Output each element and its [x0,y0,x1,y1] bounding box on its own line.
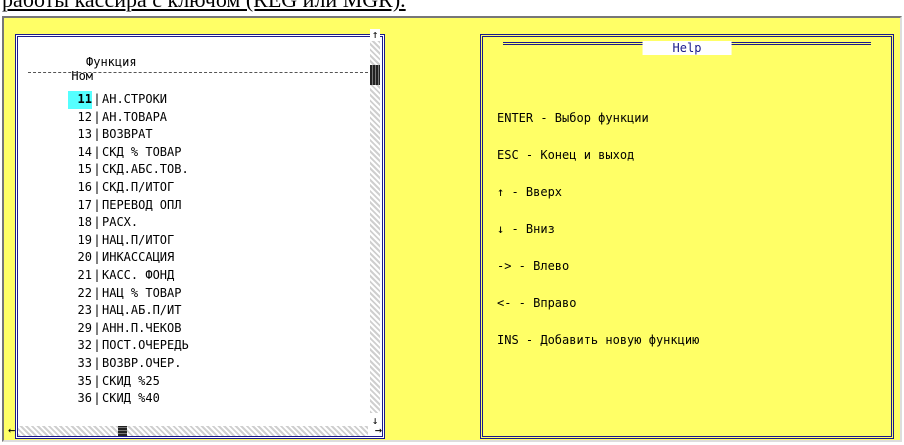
vertical-scrollbar[interactable]: ↑ ↓ [370,29,380,427]
function-row[interactable]: 14 | СКД % ТОВАР [68,144,189,162]
function-list-panel: Ном Функция 11 | АН.СТРОКИ 12 | АН.ТОВАРА 13 | В… [8,29,385,439]
function-row[interactable]: 21 | КАСС. ФОНД [68,267,189,285]
scroll-right-arrow-icon[interactable]: → [375,423,382,437]
row-separator: | [93,303,101,318]
help-item: ENTER - Выбор функции [497,111,649,125]
function-row[interactable]: 11 | АН.СТРОКИ [68,91,189,109]
horizontal-scroll-thumb[interactable] [118,426,127,436]
row-separator: | [93,179,101,194]
help-item: ESC - Конец и выход [497,148,635,162]
column-header-function: Функция [86,55,137,69]
function-row[interactable]: 22 | НАЦ % ТОВАР [68,285,189,303]
function-row[interactable]: 29 | АНН.П.ЧЕКОВ [68,320,189,338]
row-separator: | [93,162,101,177]
row-separator: | [93,267,101,282]
function-number: 35 [77,373,92,388]
function-row[interactable]: 13 | ВОЗВРАТ [68,126,189,144]
function-number: 14 [77,144,92,159]
function-name: СКД.АБС.ТОВ. [102,162,189,177]
function-name: НАЦ.П/ИТОГ [102,232,175,247]
function-name: ПЕРЕВОД ОПЛ [102,197,182,212]
function-row[interactable]: 15 | СКД.АБС.ТОВ. [68,161,189,179]
function-name: РАСХ. [102,215,139,230]
function-name: КАСС. ФОНД [102,267,175,282]
function-list: 11 | АН.СТРОКИ 12 | АН.ТОВАРА 13 | ВОЗВРАТ 14 | СКД… [68,91,189,408]
function-number: 16 [77,179,92,194]
function-name: ВОЗВРАТ [102,127,153,142]
row-separator: | [93,215,101,230]
function-row[interactable]: 12 | АН.ТОВАРА [68,109,189,127]
function-row[interactable]: 33 | ВОЗВР.ОЧЕР. [68,355,189,373]
function-number: 11 [68,91,92,109]
function-number: 32 [77,338,92,353]
function-number: 21 [77,267,92,282]
function-row[interactable]: 16 | СКД.П/ИТОГ [68,179,189,197]
row-separator: | [93,92,101,106]
vertical-scroll-thumb[interactable] [370,65,380,85]
row-separator: | [93,355,101,370]
function-name: СКИД %40 [102,391,160,406]
function-row[interactable]: 20 | ИНКАССАЦИЯ [68,249,189,267]
function-number: 23 [77,303,92,318]
help-title: Help [642,41,732,55]
function-number: 29 [77,320,92,335]
function-name: АН.ТОВАРА [102,109,168,124]
help-title-bar: Help [503,41,871,55]
function-name: ПОСТ.ОЧЕРЕДЬ [102,338,189,353]
function-name: НАЦ % ТОВАР [102,285,182,300]
row-separator: | [93,285,101,300]
function-name: АН.СТРОКИ [102,92,168,106]
horizontal-scrollbar[interactable]: ← → [8,423,382,437]
function-number: 18 [77,215,92,230]
row-separator: | [93,144,101,159]
function-name: СКД % ТОВАР [102,144,182,159]
function-number: 17 [77,197,92,212]
function-row[interactable]: 23 | НАЦ.АБ.П/ИТ [68,302,189,320]
help-item: ↑ - Вверх [497,185,563,199]
help-item: -> - Влево [497,259,570,273]
document-caption-strip: работы кассира с ключом (REG или MGR). [0,0,904,14]
row-separator: | [93,373,101,388]
function-name: СКИД %25 [102,373,160,388]
function-number: 22 [77,285,92,300]
document-caption: работы кассира с ключом (REG или MGR). [2,0,406,13]
function-number: 20 [77,250,92,265]
function-name: НАЦ.АБ.П/ИТ [102,303,182,318]
row-separator: | [93,127,101,142]
function-row[interactable]: 19 | НАЦ.П/ИТОГ [68,232,189,250]
scroll-left-arrow-icon[interactable]: ← [8,423,15,437]
function-number: 19 [77,232,92,247]
scroll-up-arrow-icon[interactable]: ↑ [370,29,380,41]
help-item: <- - Вправо [497,296,577,310]
function-name: ВОЗВР.ОЧЕР. [102,355,182,370]
function-name: АНН.П.ЧЕКОВ [102,320,182,335]
function-number: 36 [77,391,92,406]
row-separator: | [93,250,101,265]
function-number: 15 [77,162,92,177]
row-separator: | [93,338,101,353]
row-separator: | [93,320,101,335]
function-row[interactable]: 18 | РАСХ. [68,214,189,232]
function-number: 13 [77,127,92,142]
help-item: INS - Добавить новую функцию [497,333,700,347]
help-item: ↓ - Вниз [497,222,555,236]
help-list: ENTER - Выбор функции ESC - Конец и выход… [497,111,699,370]
function-row[interactable]: 32 | ПОСТ.ОЧЕРЕДЬ [68,337,189,355]
help-panel: Help ENTER - Выбор функции ESC - Конец и … [480,34,894,439]
function-row[interactable]: 35 | СКИД %25 [68,373,189,391]
row-separator: | [93,391,101,406]
function-row[interactable]: 17 | ПЕРЕВОД ОПЛ [68,197,189,215]
function-name: СКД.П/ИТОГ [102,179,175,194]
row-separator: | [93,232,101,247]
function-number: 12 [77,109,92,124]
function-number: 33 [77,355,92,370]
dos-screen: Ном Функция 11 | АН.СТРОКИ 12 | АН.ТОВАРА 13 | В… [2,16,902,442]
row-separator: | [93,197,101,212]
function-row[interactable]: 36 | СКИД %40 [68,390,189,408]
header-divider [28,72,368,73]
row-separator: | [93,109,101,124]
function-name: ИНКАССАЦИЯ [102,250,175,265]
